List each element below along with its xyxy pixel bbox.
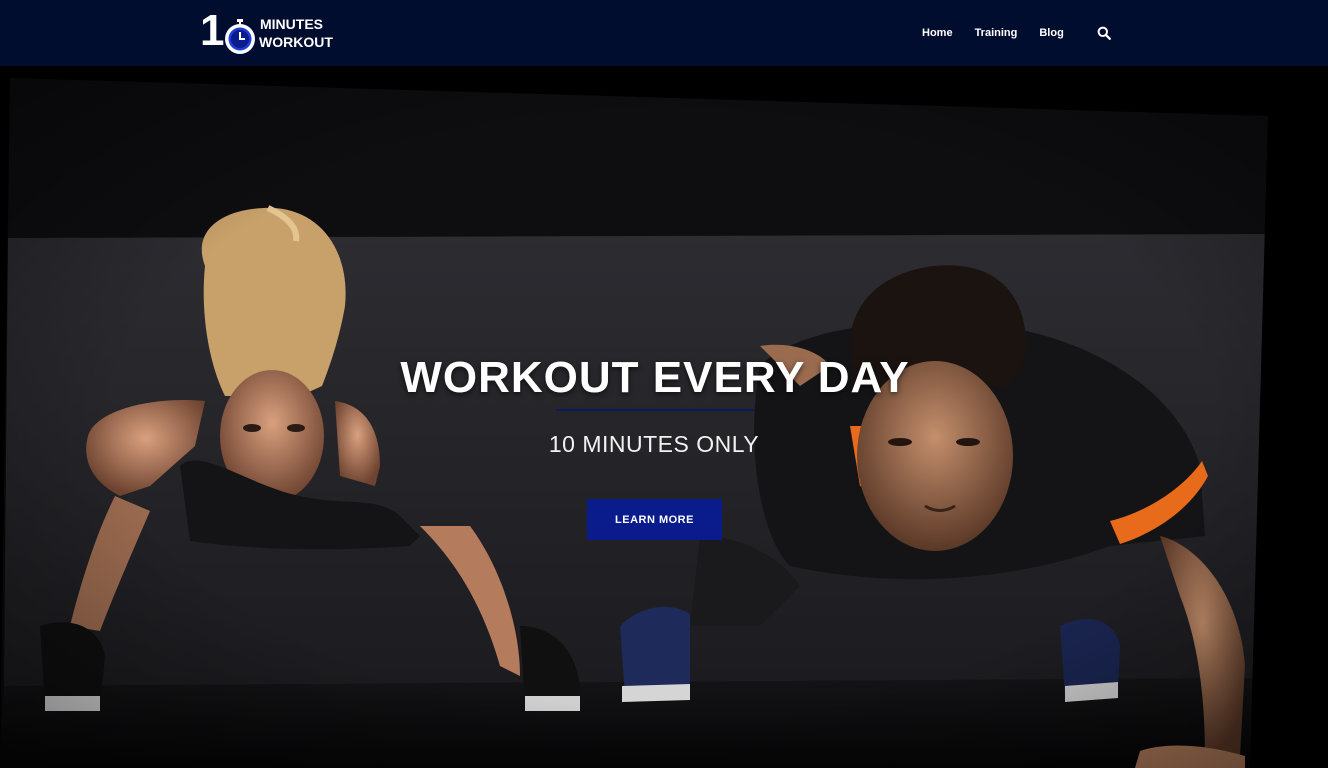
hero-divider — [556, 409, 754, 411]
main-nav: Home Training Blog — [922, 24, 1086, 42]
site-logo[interactable]: 1 MINUTES WORKOUT — [200, 6, 345, 55]
stopwatch-icon — [225, 19, 255, 54]
learn-more-button[interactable]: LEARN MORE — [587, 499, 722, 540]
nav-item-home[interactable]: Home — [922, 27, 953, 39]
hero-section: WORKOUT EVERY DAY 10 MINUTES ONLY LEARN … — [0, 66, 1328, 768]
logo-number: 1 — [200, 6, 225, 55]
logo-line2: WORKOUT — [259, 34, 333, 50]
nav-item-blog[interactable]: Blog — [1039, 27, 1063, 39]
logo-wordmark: MINUTES WORKOUT — [259, 15, 333, 51]
hero-title: WORKOUT EVERY DAY — [400, 353, 910, 402]
nav-item-training[interactable]: Training — [975, 27, 1018, 39]
search-icon[interactable] — [1097, 26, 1111, 40]
logo-line1: MINUTES — [260, 16, 323, 32]
hero-subtitle: 10 MINUTES ONLY — [548, 431, 760, 457]
hero-background-image — [0, 66, 1328, 768]
site-header: 1 MINUTES WORKOUT Home Training Blog — [0, 0, 1328, 66]
